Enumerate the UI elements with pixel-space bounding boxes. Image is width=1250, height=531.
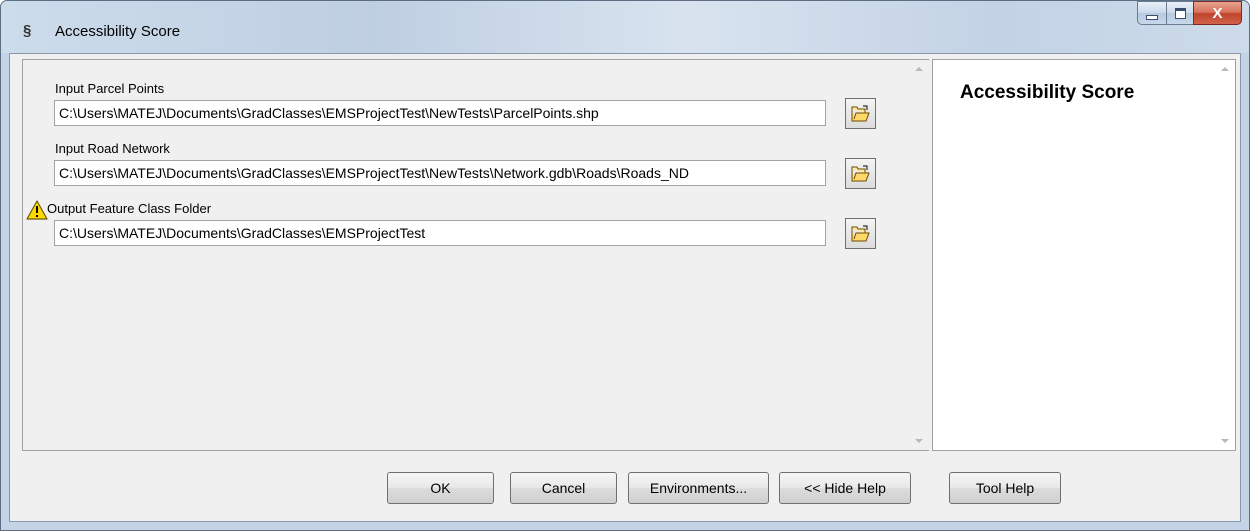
maximize-icon [1174,7,1186,19]
input-road-network-field[interactable]: C:\Users\MATEJ\Documents\GradClasses\EMS… [54,160,826,186]
minimize-icon [1146,14,1158,20]
open-folder-icon [851,224,870,241]
maximize-button[interactable] [1166,1,1193,25]
close-icon: X [1212,4,1223,22]
open-folder-icon [851,104,870,121]
dialog-body: Input Parcel Points C:\Users\MATEJ\Docum… [9,53,1241,522]
help-title: Accessibility Score [960,82,1135,103]
scroll-up-arrow-icon[interactable] [1221,67,1229,71]
param-label-input-parcel-points: Input Parcel Points [55,81,165,96]
parameters-panel: Input Parcel Points C:\Users\MATEJ\Docum… [22,59,929,451]
help-panel: Accessibility Score [932,59,1236,451]
open-folder-icon [851,164,870,181]
ok-button[interactable]: OK [387,472,494,504]
close-button[interactable]: X [1193,1,1242,25]
param-label-input-road-network: Input Road Network [55,141,170,156]
browse-parcel-points-button[interactable] [845,98,876,129]
scroll-down-arrow-icon[interactable] [915,439,923,443]
title-bar[interactable]: § Accessibility Score X [1,1,1249,53]
tool-help-button[interactable]: Tool Help [949,472,1061,504]
caption-buttons: X [1137,1,1242,25]
scroll-up-arrow-icon[interactable] [915,67,923,71]
help-scrollbar[interactable] [1218,60,1235,450]
scroll-down-arrow-icon[interactable] [1221,439,1229,443]
minimize-button[interactable] [1137,1,1166,25]
output-feature-class-folder-field[interactable]: C:\Users\MATEJ\Documents\GradClasses\EMS… [54,220,826,246]
environments-button[interactable]: Environments... [628,472,769,504]
window-title: Accessibility Score [55,23,181,40]
browse-output-folder-button[interactable] [845,218,876,249]
browse-road-network-button[interactable] [845,158,876,189]
dialog-window: § Accessibility Score X Input Parcel Poi… [0,0,1250,531]
tool-script-icon: § [23,22,32,39]
input-parcel-points-field[interactable]: C:\Users\MATEJ\Documents\GradClasses\EMS… [54,100,826,126]
hide-help-button[interactable]: << Hide Help [779,472,911,504]
parameters-scrollbar[interactable] [912,60,929,450]
warning-icon[interactable] [26,200,48,220]
cancel-button[interactable]: Cancel [510,472,617,504]
param-label-output-feature-class-folder: Output Feature Class Folder [47,201,212,216]
